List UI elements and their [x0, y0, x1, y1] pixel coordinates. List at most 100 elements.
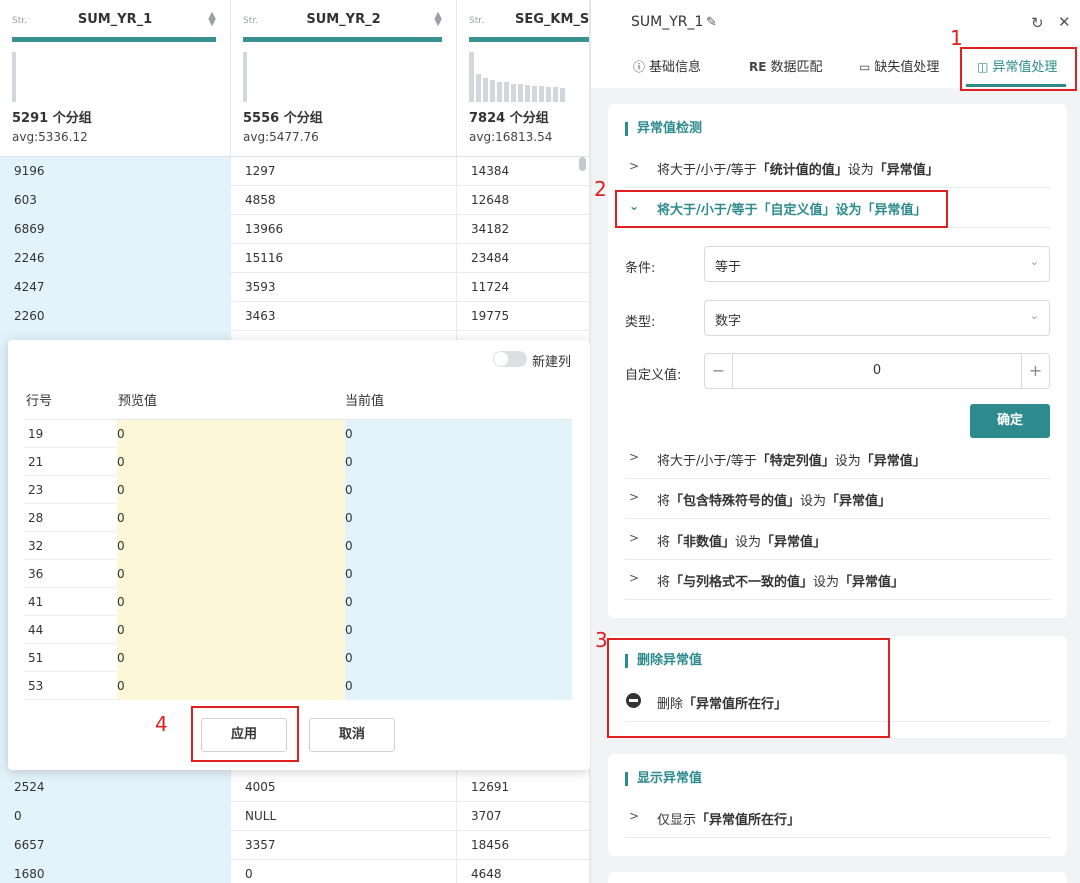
table-cell[interactable]: 12691 [457, 773, 590, 802]
chevron-right-icon: > [629, 571, 640, 585]
table-cell[interactable]: 11724 [457, 273, 590, 302]
rule-format-mismatch[interactable]: > 将「与列格式不一致的值」设为「异常值」 [625, 560, 1051, 600]
sort-icon[interactable]: ▲ ▼ [434, 11, 442, 28]
table-row: 2260 3463 19775 [0, 302, 590, 331]
sort-icon[interactable]: ▲ ▼ [208, 11, 216, 28]
chevron-down-icon: ⌄ [1029, 309, 1039, 322]
preview-value: 0 [117, 616, 345, 644]
rule-bold: 「异常值」 [873, 163, 939, 178]
column-header-seg-km-s[interactable]: Str. SEG_KM_S 7824 个分组 avg:16813.54 [457, 0, 590, 157]
row-number: 19 [28, 427, 44, 441]
row-number: 21 [28, 455, 44, 469]
close-icon[interactable]: ✕ [1058, 13, 1071, 31]
table-row: 6869 13966 34182 [0, 215, 590, 244]
rule-text: 将 [657, 494, 671, 509]
table-cell[interactable]: 13966 [231, 215, 457, 244]
rule-text: 将 [657, 575, 671, 590]
column-header-sum-yr-1[interactable]: Str. SUM_YR_1 ▲ ▼ 5291 个分组 avg:5336.12 [0, 0, 231, 157]
cancel-button[interactable]: 取消 [309, 718, 395, 752]
increment-button[interactable]: + [1021, 354, 1049, 388]
outlier-show-card: 显示异常值 > 仅显示「异常值所在行」 [608, 754, 1067, 856]
annotation-number: 3 [595, 628, 608, 652]
type-label: 类型: [625, 315, 656, 330]
row-number: 51 [28, 651, 44, 665]
preview-row: 32 0 0 [24, 532, 572, 560]
histogram [243, 48, 247, 102]
table-cell[interactable]: 18456 [457, 831, 590, 860]
chevron-right-icon: > [629, 809, 640, 823]
rule-statistic-value[interactable]: > 将大于/小于/等于「统计值的值」设为「异常值」 [625, 148, 1051, 188]
histogram-bar [504, 82, 509, 102]
custom-value-input[interactable]: 0 [733, 354, 1021, 388]
table-cell[interactable]: 12648 [457, 186, 590, 215]
rule-bold: 「异常值所在行」 [696, 813, 801, 828]
section-title: 异常值检测 [625, 122, 702, 136]
rule-non-numeric[interactable]: > 将「非数值」设为「异常值」 [625, 520, 1051, 560]
tab-data-match[interactable]: R͏E 数据匹配 [749, 56, 822, 84]
table-cell[interactable]: NULL [231, 802, 457, 831]
table-cell[interactable]: 6657 [0, 831, 231, 860]
refresh-icon[interactable]: ↻ [1031, 14, 1044, 32]
quality-bar [243, 37, 442, 42]
rule-special-symbols[interactable]: > 将「包含特殊符号的值」设为「异常值」 [625, 479, 1051, 519]
table-cell[interactable]: 4648 [457, 860, 590, 883]
rule-text: 设为 [813, 575, 840, 590]
table-row: 6657 3357 18456 [0, 831, 590, 860]
table-cell[interactable]: 3463 [231, 302, 457, 331]
tab-missing-values[interactable]: ▭ 缺失值处理 [859, 56, 939, 84]
condition-select[interactable]: 等于 ⌄ [704, 246, 1050, 282]
table-cell[interactable]: 1680 [0, 860, 231, 883]
scrollbar-thumb[interactable] [579, 157, 586, 171]
table-cell[interactable]: 3593 [231, 273, 457, 302]
table-cell[interactable]: 1297 [231, 157, 457, 186]
table-cell[interactable]: 4247 [0, 273, 231, 302]
histogram [469, 48, 565, 102]
table-cell[interactable]: 4005 [231, 773, 457, 802]
table-cell[interactable]: 19775 [457, 302, 590, 331]
decrement-button[interactable]: − [705, 354, 733, 388]
row-number: 23 [28, 483, 44, 497]
table-cell[interactable]: 4858 [231, 186, 457, 215]
table-cell[interactable]: 3707 [457, 802, 590, 831]
table-cell[interactable]: 0 [0, 802, 231, 831]
edit-icon[interactable]: ✎ [706, 15, 717, 30]
histogram-bar [511, 84, 516, 102]
preview-value: 0 [117, 560, 345, 588]
table-cell[interactable]: 3357 [231, 831, 457, 860]
table-cell[interactable]: 15116 [231, 244, 457, 273]
current-value: 0 [345, 420, 572, 448]
table-cell[interactable]: 9196 [0, 157, 231, 186]
header-row-number: 行号 [26, 394, 53, 409]
table-cell[interactable]: 603 [0, 186, 231, 215]
column-name: SUM_YR_1 [77, 12, 153, 27]
annotation-box [960, 47, 1077, 91]
table-row: 603 4858 12648 [0, 186, 590, 215]
table-cell[interactable]: 2246 [0, 244, 231, 273]
custom-value-stepper[interactable]: − 0 + [704, 353, 1050, 389]
table-cell[interactable]: 23484 [457, 244, 590, 273]
histogram-bar [497, 82, 502, 102]
table-cell[interactable]: 34182 [457, 215, 590, 244]
group-count: 5556 个分组 [243, 111, 323, 126]
row-number: 53 [28, 679, 44, 693]
confirm-button[interactable]: 确定 [970, 404, 1050, 438]
preview-table: 19 0 0 21 0 0 23 0 0 28 0 0 32 0 0 36 0 … [24, 419, 572, 700]
type-select[interactable]: 数字 ⌄ [704, 300, 1050, 336]
column-header-sum-yr-2[interactable]: Str. SUM_YR_2 ▲ ▼ 5556 个分组 avg:5477.76 [231, 0, 457, 157]
quality-bar [469, 37, 589, 42]
rule-bold: 「特定列值」 [756, 454, 835, 469]
missing-value-icon: ▭ [859, 60, 871, 74]
table-cell[interactable]: 0 [231, 860, 457, 883]
group-count: 7824 个分组 [469, 111, 549, 126]
rule-show-rows[interactable]: > 仅显示「异常值所在行」 [625, 798, 1051, 838]
table-cell[interactable]: 14384 [457, 157, 590, 186]
tab-basic-info[interactable]: ⓘ 基础信息 [633, 56, 701, 84]
histogram-bar [483, 78, 488, 102]
table-cell[interactable]: 6869 [0, 215, 231, 244]
rule-specific-column[interactable]: > 将大于/小于/等于「特定列值」设为「异常值」 [625, 439, 1051, 479]
table-cell[interactable]: 2524 [0, 773, 231, 802]
new-column-toggle[interactable] [493, 351, 527, 367]
histogram-bar [525, 85, 530, 102]
condition-label: 条件: [625, 261, 656, 276]
table-cell[interactable]: 2260 [0, 302, 231, 331]
